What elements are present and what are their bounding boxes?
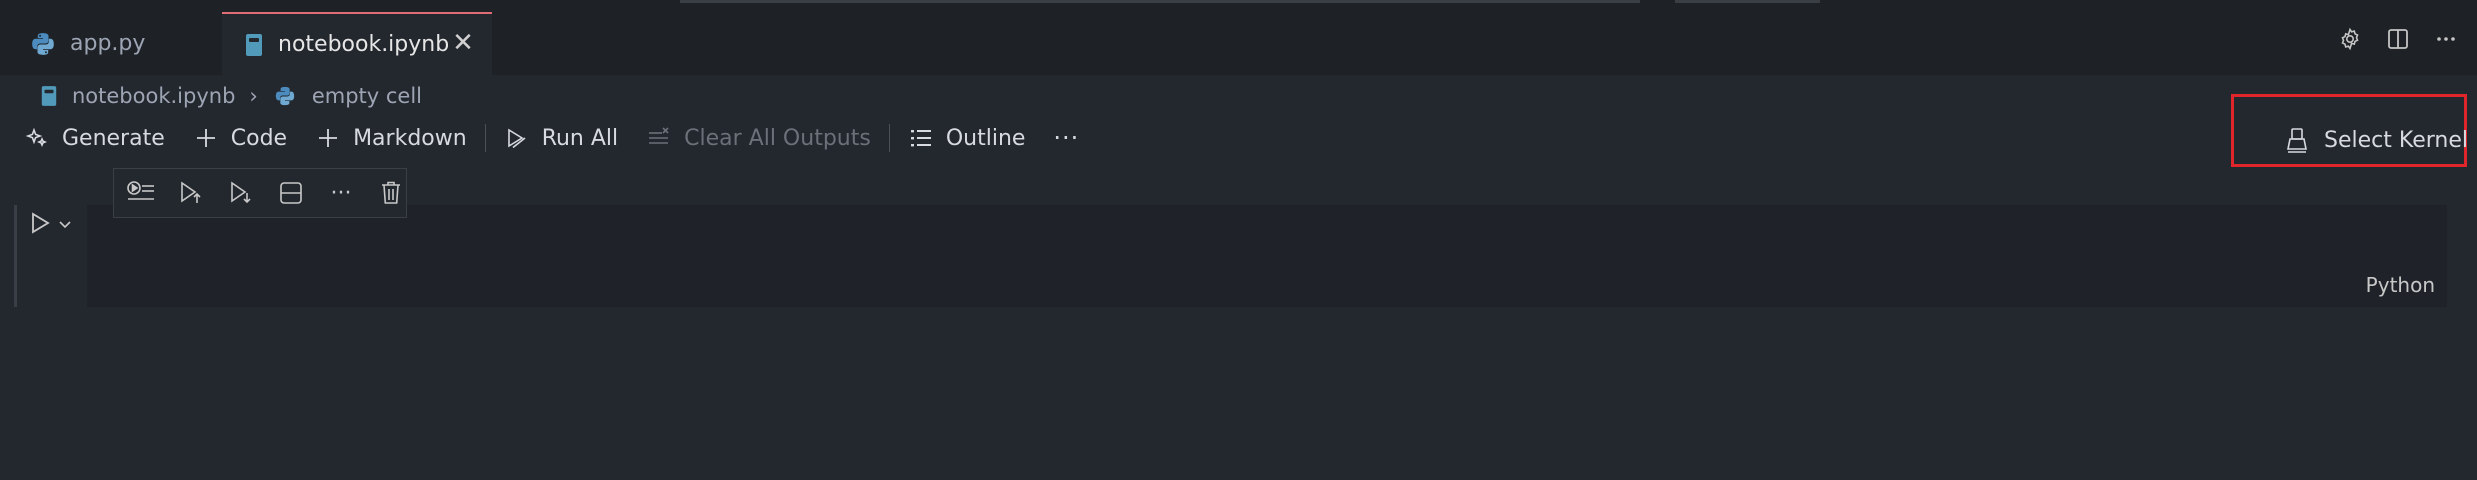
notebook-toolbar: Generate Code Markdown Run All Clear All…	[24, 120, 1107, 156]
breadcrumb-cell[interactable]: empty cell	[312, 84, 422, 108]
scroll-shadow-2	[1675, 0, 1820, 3]
scroll-shadow	[680, 0, 1640, 3]
list-icon	[908, 125, 934, 151]
tab-bar: app.py notebook.ipynb ✕	[0, 0, 2477, 75]
editor-actions	[2337, 26, 2459, 52]
tab-label: app.py	[70, 31, 146, 56]
add-markdown-button[interactable]: Markdown	[315, 125, 467, 151]
execute-below-icon[interactable]	[226, 178, 256, 208]
cell-toolbar: ···	[113, 168, 407, 218]
split-cell-icon[interactable]	[276, 178, 306, 208]
run-cell-icon[interactable]	[28, 210, 52, 240]
delete-icon[interactable]	[376, 178, 406, 208]
run-above-icon[interactable]	[126, 178, 156, 208]
breadcrumb: notebook.ipynb › empty cell	[40, 80, 422, 112]
notebook-icon	[41, 86, 57, 106]
close-icon[interactable]: ✕	[448, 28, 478, 58]
generate-button[interactable]: Generate	[24, 125, 165, 151]
split-editor-icon[interactable]	[2385, 26, 2411, 52]
run-all-button[interactable]: Run All	[504, 125, 618, 151]
python-icon	[32, 32, 54, 55]
select-kernel-label: Select Kernel	[2324, 127, 2468, 153]
more-actions-icon[interactable]	[2433, 26, 2459, 52]
plus-icon	[193, 125, 219, 151]
run-all-label: Run All	[541, 125, 619, 151]
more-icon[interactable]: ···	[326, 178, 356, 208]
sparkle-icon	[24, 125, 50, 151]
more-icon[interactable]: ···	[1053, 124, 1079, 152]
code-label: Code	[230, 125, 288, 151]
notebook-icon	[246, 33, 262, 56]
run-all-icon	[504, 125, 530, 151]
select-kernel-button[interactable]: Select Kernel	[2284, 122, 2468, 158]
cell-run-controls	[28, 210, 72, 240]
plus-icon	[315, 125, 341, 151]
toolbar-divider	[888, 124, 890, 152]
outline-label: Outline	[945, 125, 1026, 151]
clear-all-icon	[646, 125, 672, 151]
kernel-icon	[2287, 128, 2307, 153]
generate-label: Generate	[62, 125, 165, 151]
tab-notebook[interactable]: notebook.ipynb ✕	[222, 12, 492, 75]
tab-app-py[interactable]: app.py	[0, 12, 220, 75]
chevron-down-icon[interactable]	[58, 216, 72, 235]
tab-label: notebook.ipynb	[278, 32, 450, 57]
outline-button[interactable]: Outline	[908, 125, 1026, 151]
execute-above-icon[interactable]	[176, 178, 206, 208]
python-icon	[275, 86, 294, 106]
settings-icon[interactable]	[2337, 26, 2363, 52]
breadcrumb-file[interactable]: notebook.ipynb	[72, 84, 235, 108]
code-cell-editor[interactable]: Python	[87, 205, 2447, 307]
toolbar-divider	[484, 124, 486, 152]
clear-outputs-button[interactable]: Clear All Outputs	[646, 125, 871, 151]
markdown-label: Markdown	[353, 125, 467, 151]
add-code-button[interactable]: Code	[193, 125, 287, 151]
cell-language[interactable]: Python	[2366, 273, 2435, 297]
clear-outputs-label: Clear All Outputs	[684, 125, 871, 151]
chevron-right-icon: ›	[249, 84, 258, 108]
